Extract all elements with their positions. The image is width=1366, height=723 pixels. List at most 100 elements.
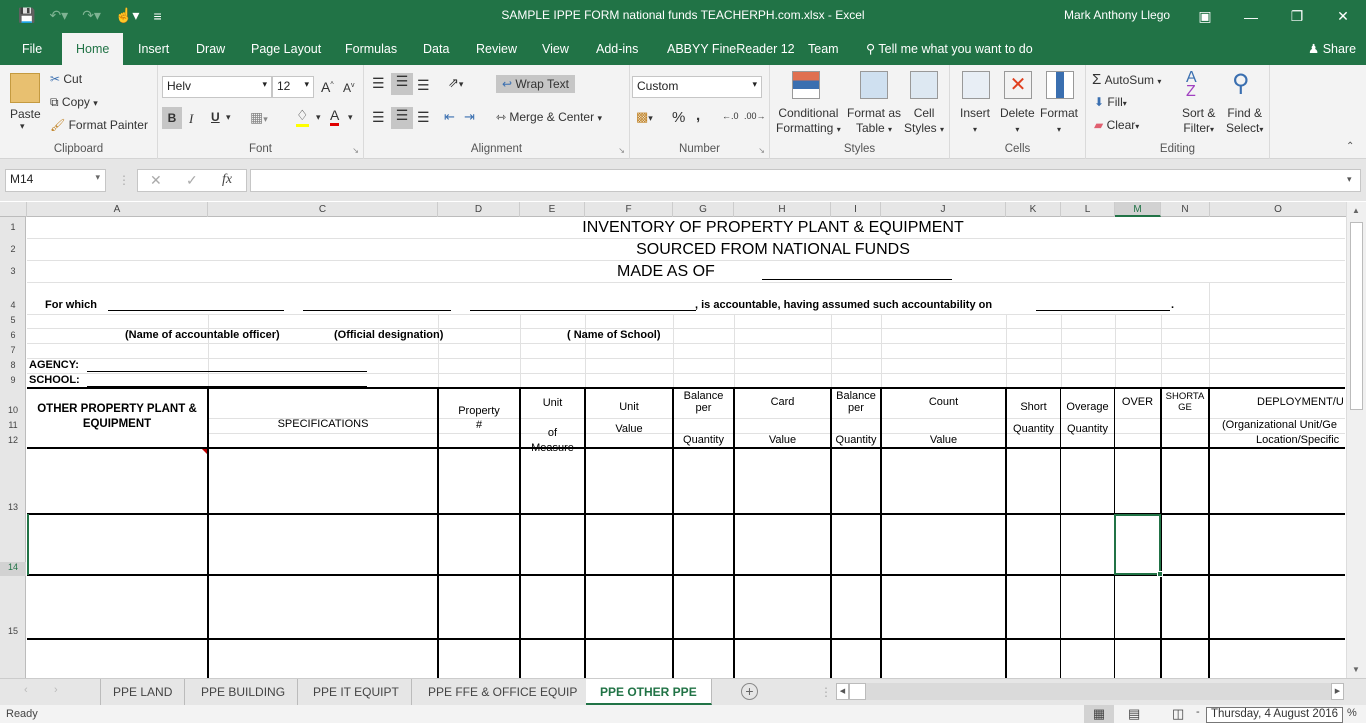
- cut-button[interactable]: ✂ Cut: [50, 72, 82, 86]
- sheet-tab-ppe-it-equipt[interactable]: PPE IT EQUIPT: [301, 679, 412, 705]
- number-format-select[interactable]: Custom ▾: [632, 76, 762, 98]
- alignment-dialog-launcher-icon[interactable]: ↘: [618, 146, 625, 155]
- prev-sheet-icon[interactable]: ‹: [24, 684, 28, 696]
- next-sheet-icon[interactable]: ›: [54, 684, 58, 696]
- row-header-6[interactable]: 6: [0, 330, 26, 340]
- conditional-formatting-button[interactable]: Conditional Formatting ▾: [776, 106, 841, 137]
- normal-view-icon[interactable]: ▦: [1084, 705, 1114, 723]
- row-header-1[interactable]: 1: [0, 222, 26, 232]
- tab-insert[interactable]: Insert: [136, 33, 171, 65]
- clear-button[interactable]: ▰ Clear▾: [1094, 118, 1139, 132]
- align-center-icon[interactable]: ☰: [391, 107, 413, 129]
- font-name-select[interactable]: Helv ▾: [162, 76, 272, 98]
- column-header-j[interactable]: J: [881, 202, 1006, 217]
- column-header-d[interactable]: D: [438, 202, 520, 217]
- vertical-scrollbar[interactable]: ▲ ▼: [1346, 202, 1366, 678]
- collapse-ribbon-icon[interactable]: ⌃: [1346, 141, 1354, 152]
- page-layout-view-icon[interactable]: ▤: [1128, 705, 1140, 723]
- scroll-right-icon[interactable]: ▶: [1331, 683, 1344, 700]
- insert-function-icon[interactable]: fx: [222, 172, 232, 188]
- delete-cells-button[interactable]: Delete ▾: [1000, 106, 1035, 137]
- column-header-k[interactable]: K: [1006, 202, 1061, 217]
- decrease-decimal-icon[interactable]: .00→: [744, 111, 766, 121]
- row-header-15[interactable]: 15: [0, 626, 26, 636]
- insert-cells-button[interactable]: Insert ▾: [960, 106, 990, 137]
- paste-icon[interactable]: [10, 73, 40, 103]
- middle-align-icon[interactable]: ☰: [391, 73, 413, 95]
- increase-indent-icon[interactable]: ⇥: [464, 109, 475, 125]
- underline-button[interactable]: U: [211, 110, 220, 124]
- enter-icon[interactable]: ✓: [186, 172, 198, 189]
- sheet-tab-ppe-other-ppe[interactable]: PPE OTHER PPE: [586, 679, 712, 705]
- font-dialog-launcher-icon[interactable]: ↘: [352, 146, 359, 155]
- cell-styles-button[interactable]: Cell Styles ▾: [904, 106, 944, 137]
- row-header-3[interactable]: 3: [0, 266, 26, 276]
- tab-formulas[interactable]: Formulas: [343, 33, 399, 65]
- autosum-button[interactable]: Σ AutoSum ▾: [1092, 71, 1161, 88]
- comma-button[interactable]: ,: [696, 107, 700, 124]
- increase-decimal-icon[interactable]: ←.0: [722, 111, 739, 121]
- font-size-select[interactable]: 12 ▾: [272, 76, 314, 98]
- row-header-14[interactable]: 14: [0, 562, 26, 576]
- sheet-tab-ppe-ffe[interactable]: PPE FFE & OFFICE EQUIP: [416, 679, 591, 705]
- row-header-4[interactable]: 4: [0, 300, 26, 310]
- format-cells-button[interactable]: Format ▾: [1040, 106, 1078, 137]
- fill-color-icon[interactable]: ♢: [296, 107, 309, 127]
- tab-abbyy[interactable]: ABBYY FineReader 12: [665, 33, 797, 65]
- row-header-11[interactable]: 11: [0, 420, 26, 430]
- borders-icon[interactable]: ▦▾: [250, 109, 268, 126]
- tab-draw[interactable]: Draw: [194, 33, 227, 65]
- wrap-text-button[interactable]: ↩ Wrap Text: [496, 75, 575, 93]
- bold-button[interactable]: B: [162, 107, 182, 129]
- cancel-icon[interactable]: ✕: [150, 172, 162, 189]
- tab-view[interactable]: View: [540, 33, 571, 65]
- scroll-down-icon[interactable]: ▼: [1352, 665, 1360, 674]
- user-name[interactable]: Mark Anthony Llego: [1064, 8, 1170, 22]
- accounting-format-icon[interactable]: ▩▾: [636, 109, 653, 125]
- column-header-c[interactable]: C: [208, 202, 438, 217]
- sort-filter-button[interactable]: Sort & Filter▾: [1182, 106, 1215, 137]
- column-header-i[interactable]: I: [831, 202, 881, 217]
- find-select-button[interactable]: Find & Select▾: [1226, 106, 1263, 137]
- share-button[interactable]: ♟ Share: [1306, 33, 1358, 65]
- italic-button[interactable]: I: [189, 111, 193, 127]
- fill-handle[interactable]: [1157, 571, 1163, 577]
- column-header-n[interactable]: N: [1161, 202, 1210, 217]
- fill-color-dropdown-icon[interactable]: ▾: [316, 112, 321, 123]
- zoom-percent[interactable]: %: [1347, 707, 1357, 719]
- format-painter-button[interactable]: 🖌 Format Painter: [50, 118, 148, 132]
- shrink-font-icon[interactable]: Av: [343, 81, 355, 95]
- row-header-13[interactable]: 13: [0, 502, 26, 512]
- sheet-tab-ppe-building[interactable]: PPE BUILDING: [189, 679, 299, 705]
- selected-cell-m14[interactable]: [1114, 514, 1161, 575]
- column-header-h[interactable]: H: [734, 202, 831, 217]
- formula-bar-grip-icon[interactable]: ⋮: [118, 173, 130, 187]
- underline-dropdown-icon[interactable]: ▾: [226, 112, 231, 123]
- tab-add-ins[interactable]: Add-ins: [594, 33, 640, 65]
- name-box[interactable]: M14 ▾: [5, 169, 106, 192]
- percent-button[interactable]: %: [672, 109, 685, 126]
- copy-button[interactable]: ⧉ Copy ▾: [50, 95, 98, 110]
- tab-home[interactable]: Home: [62, 33, 124, 65]
- row-header-7[interactable]: 7: [0, 345, 26, 355]
- page-break-view-icon[interactable]: ◫: [1172, 705, 1184, 723]
- bottom-align-icon[interactable]: ☰: [417, 77, 430, 94]
- restore-icon[interactable]: ❐: [1274, 0, 1320, 33]
- paste-button[interactable]: Paste: [10, 107, 41, 121]
- close-icon[interactable]: ✕: [1320, 0, 1366, 33]
- row-header-9[interactable]: 9: [0, 375, 26, 385]
- comment-indicator[interactable]: [202, 449, 207, 454]
- column-header-f[interactable]: F: [585, 202, 673, 217]
- column-header-o[interactable]: O: [1210, 202, 1346, 217]
- tell-me-box[interactable]: ⚲ Tell me what you want to do: [864, 33, 1035, 65]
- tab-review[interactable]: Review: [474, 33, 519, 65]
- font-color-dropdown-icon[interactable]: ▾: [348, 112, 353, 123]
- fill-button[interactable]: ⬇ Fill▾: [1094, 95, 1127, 109]
- tab-split-grip-icon[interactable]: ⋮: [820, 685, 832, 699]
- orientation-icon[interactable]: ⇗▾: [448, 75, 463, 91]
- column-header-l[interactable]: L: [1061, 202, 1115, 217]
- sheet-tab-ppe-land[interactable]: PPE LAND: [101, 679, 186, 705]
- horizontal-scrollbar[interactable]: ◀ ▶: [836, 683, 1344, 700]
- column-header-e[interactable]: E: [520, 202, 585, 217]
- grow-font-icon[interactable]: A^: [321, 79, 334, 95]
